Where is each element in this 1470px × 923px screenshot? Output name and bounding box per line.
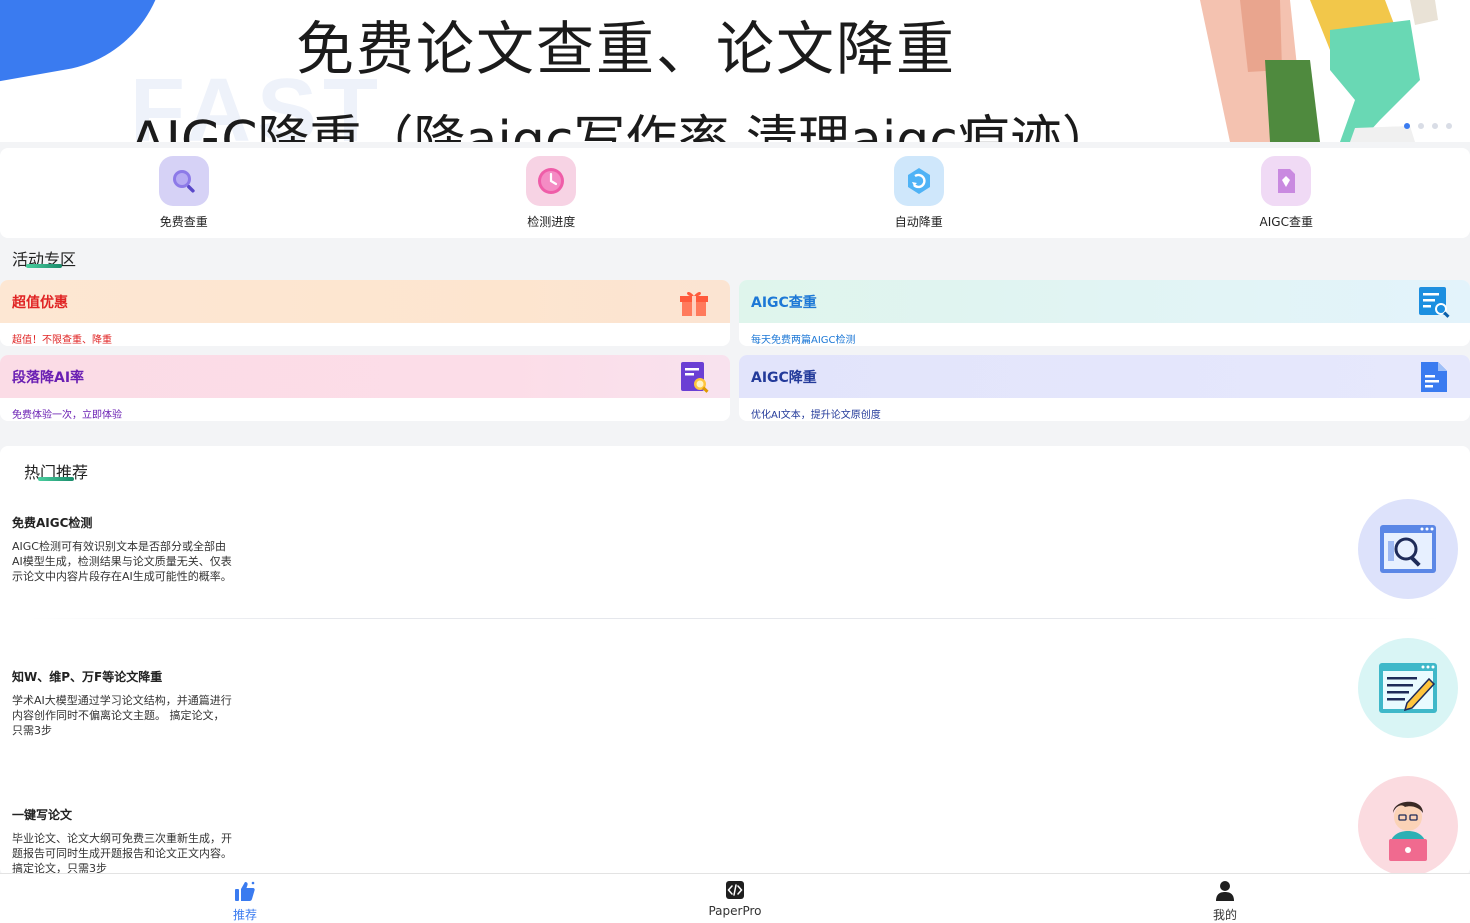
- hot-item-paper-reduce[interactable]: 知W、维P、万F等论文降重 学术AI大模型通过学习论文结构，并通篇进行内容创作同…: [12, 638, 1458, 738]
- card-head: 段落降AI率: [0, 355, 730, 398]
- banner-dot[interactable]: [1446, 123, 1452, 129]
- banner-person-illustration: [1200, 0, 1438, 142]
- quick-item-aigc-check[interactable]: AIGC查重: [1103, 148, 1470, 238]
- title-underline: [38, 477, 74, 481]
- quick-item-auto-reduce[interactable]: 自动降重: [735, 148, 1103, 238]
- activity-card-paragraph-ai[interactable]: 段落降AI率 免费体验一次，立即体验: [0, 355, 730, 421]
- quick-label: AIGC查重: [1259, 215, 1313, 229]
- divider: [30, 618, 1440, 619]
- app-root: FAST 免费论文查重、论文降重 AIGC降重（降aigc写作率 清理aigc痕…: [0, 0, 1470, 923]
- card-head: AIGC查重: [739, 280, 1470, 323]
- card-desc: 超值！不限查重、降重: [12, 335, 112, 346]
- banner-title: 免费论文查重、论文降重: [296, 15, 957, 83]
- banner-subtitle: AIGC降重（降aigc写作率 清理aigc痕迹）: [130, 111, 1114, 142]
- hot-item-aigc-detect[interactable]: 免费AIGC检测 AIGC检测可有效识别文本是否部分或全部由AI模型生成，检测结…: [12, 499, 1458, 599]
- tab-label: PaperPro: [708, 904, 762, 918]
- search-icon: [158, 156, 209, 206]
- card-head: AIGC降重: [739, 355, 1470, 398]
- card-title: 超值优惠: [12, 295, 68, 311]
- card-title: AIGC查重: [751, 295, 817, 311]
- hot-section-title: 热门推荐: [24, 459, 88, 483]
- banner-pagination: [1404, 123, 1452, 129]
- doc-search-icon: [1419, 287, 1450, 318]
- thumbs-up-icon: [235, 881, 255, 901]
- quick-entry-bar: 免费查重 检测进度 自动降重 AIGC查重: [0, 148, 1470, 238]
- title-underline: [26, 264, 62, 268]
- user-icon: [1216, 881, 1234, 901]
- quick-label: 检测进度: [527, 215, 576, 229]
- clock-icon: [526, 156, 577, 206]
- tab-label: 推荐: [232, 908, 257, 922]
- card-desc: 优化AI文本，提升论文原创度: [751, 410, 881, 421]
- tab-mine[interactable]: 我的: [980, 874, 1470, 923]
- card-desc: 每天免费两篇AIGC检测: [751, 335, 856, 346]
- quick-item-progress[interactable]: 检测进度: [368, 148, 736, 238]
- quick-label: 自动降重: [894, 215, 943, 229]
- hot-item-title: 一键写论文: [12, 808, 73, 822]
- hot-section: 热门推荐 免费AIGC检测 AIGC检测可有效识别文本是否部分或全部由AI模型生…: [0, 446, 1470, 876]
- card-desc: 免费体验一次，立即体验: [12, 410, 122, 421]
- gift-icon: [680, 291, 708, 316]
- edit-window-icon: [1358, 638, 1458, 738]
- activity-card-deal[interactable]: 超值优惠 超值！不限查重、降重: [0, 280, 730, 346]
- browser-search-icon: [1358, 499, 1458, 599]
- document-icon: [1421, 362, 1447, 392]
- diamond-doc-icon: [1261, 156, 1312, 206]
- hot-item-desc: AIGC检测可有效识别文本是否部分或全部由AI模型生成，检测结果与论文质量无关、…: [12, 540, 232, 583]
- card-head: 超值优惠: [0, 280, 730, 323]
- writer-avatar-icon: [1358, 776, 1458, 876]
- card-title: 段落降AI率: [12, 370, 85, 386]
- tab-label: 我的: [1212, 908, 1237, 922]
- quick-label: 免费查重: [159, 215, 208, 229]
- activity-card-aigc-check[interactable]: AIGC查重 每天免费两篇AIGC检测: [739, 280, 1470, 346]
- banner-dot[interactable]: [1418, 123, 1424, 129]
- activity-card-aigc-reduce[interactable]: AIGC降重 优化AI文本，提升论文原创度: [739, 355, 1470, 421]
- hot-item-title: 免费AIGC检测: [12, 516, 93, 530]
- card-title: AIGC降重: [751, 370, 817, 386]
- quick-item-free-check[interactable]: 免费查重: [0, 148, 368, 238]
- refresh-icon: [893, 156, 944, 206]
- banner-dot[interactable]: [1432, 123, 1438, 129]
- activity-section-title: 活动专区: [12, 246, 76, 270]
- hot-item-write-paper[interactable]: 一键写论文 毕业论文、论文大纲可免费三次重新生成，开题报告可同时生成开题报告和论…: [12, 776, 1458, 876]
- hot-item-desc: 学术AI大模型通过学习论文结构，并通篇进行内容创作同时不偏离论文主题。 搞定论文…: [12, 694, 232, 737]
- hot-item-desc: 毕业论文、论文大纲可免费三次重新生成，开题报告可同时生成开题报告和论文正文内容。…: [12, 832, 232, 875]
- banner-carousel[interactable]: FAST 免费论文查重、论文降重 AIGC降重（降aigc写作率 清理aigc痕…: [0, 0, 1470, 142]
- hot-item-title: 知W、维P、万F等论文降重: [12, 670, 163, 684]
- doc-magnify-icon: [681, 362, 709, 393]
- tab-paperpro[interactable]: PaperPro: [490, 874, 980, 923]
- tab-recommend[interactable]: 推荐: [0, 874, 490, 923]
- bottom-tab-bar: 推荐 PaperPro 我的: [0, 873, 1470, 923]
- code-icon: [726, 881, 744, 899]
- banner-dot[interactable]: [1404, 123, 1410, 129]
